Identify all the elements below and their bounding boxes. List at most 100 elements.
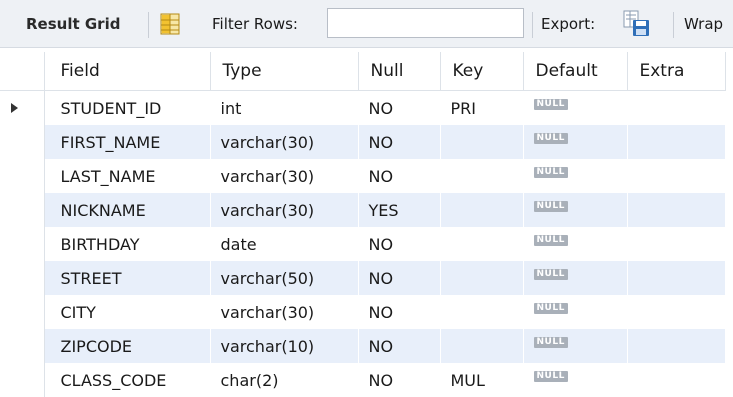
- row-selector[interactable]: [0, 329, 45, 363]
- cell-null[interactable]: NO: [358, 227, 441, 261]
- cell-extra[interactable]: [627, 125, 726, 159]
- cell-null[interactable]: NO: [358, 261, 441, 295]
- table-row[interactable]: ZIPCODE varchar(10) NO NULL: [0, 329, 726, 363]
- cell-null[interactable]: NO: [358, 363, 441, 397]
- table-row[interactable]: CLASS_CODE char(2) NO MUL NULL: [0, 363, 726, 397]
- null-value-badge: NULL: [533, 200, 568, 212]
- cell-key[interactable]: MUL: [440, 363, 524, 397]
- row-selector[interactable]: [0, 363, 45, 397]
- cell-default[interactable]: NULL: [523, 261, 628, 295]
- column-header-key[interactable]: Key: [440, 52, 524, 91]
- row-selector[interactable]: [0, 159, 45, 193]
- cell-null[interactable]: YES: [358, 193, 441, 227]
- export-label: Export:: [541, 15, 596, 33]
- cell-default[interactable]: NULL: [523, 193, 628, 227]
- row-selector[interactable]: [0, 125, 45, 159]
- cell-null[interactable]: NO: [358, 125, 441, 159]
- row-selector[interactable]: [0, 295, 45, 329]
- cell-extra[interactable]: [627, 227, 726, 261]
- cell-default[interactable]: NULL: [523, 363, 628, 397]
- toolbar-divider: [532, 12, 533, 38]
- cell-default[interactable]: NULL: [523, 227, 628, 261]
- table-row[interactable]: STUDENT_ID int NO PRI NULL: [0, 90, 726, 125]
- cell-field[interactable]: BIRTHDAY: [44, 227, 211, 261]
- cell-key[interactable]: PRI: [440, 90, 524, 125]
- table-row[interactable]: BIRTHDAY date NO NULL: [0, 227, 726, 261]
- cell-null[interactable]: NO: [358, 90, 441, 125]
- null-value-badge: NULL: [533, 302, 568, 314]
- row-gutter-header: [0, 52, 45, 91]
- cell-field[interactable]: ZIPCODE: [44, 329, 211, 363]
- table-row[interactable]: STREET varchar(50) NO NULL: [0, 261, 726, 295]
- null-value-badge: NULL: [533, 234, 568, 246]
- cell-field[interactable]: FIRST_NAME: [44, 125, 211, 159]
- column-header-null[interactable]: Null: [358, 52, 441, 91]
- null-value-badge: NULL: [533, 370, 568, 382]
- cell-default[interactable]: NULL: [523, 295, 628, 329]
- cell-extra[interactable]: [627, 193, 726, 227]
- wrap-cell-content-label[interactable]: Wrap: [684, 15, 723, 33]
- cell-field[interactable]: NICKNAME: [44, 193, 211, 227]
- column-header-row: Field Type Null Key Default Extra: [0, 52, 726, 91]
- row-selector[interactable]: [0, 261, 45, 295]
- cell-extra[interactable]: [627, 363, 726, 397]
- row-selector[interactable]: [0, 227, 45, 261]
- table-row[interactable]: FIRST_NAME varchar(30) NO NULL: [0, 125, 726, 159]
- filter-rows-input[interactable]: [327, 8, 524, 38]
- cell-key[interactable]: [440, 125, 524, 159]
- cell-field[interactable]: STUDENT_ID: [44, 90, 211, 125]
- cell-type[interactable]: varchar(30): [210, 125, 359, 159]
- cell-extra[interactable]: [627, 261, 726, 295]
- cell-type[interactable]: varchar(50): [210, 261, 359, 295]
- cell-key[interactable]: [440, 193, 524, 227]
- cell-null[interactable]: NO: [358, 329, 441, 363]
- null-value-badge: NULL: [533, 336, 568, 348]
- cell-type[interactable]: char(2): [210, 363, 359, 397]
- cell-type[interactable]: date: [210, 227, 359, 261]
- result-grid-table: Field Type Null Key Default Extra STUDEN…: [0, 52, 726, 397]
- cell-field[interactable]: CITY: [44, 295, 211, 329]
- column-header-extra[interactable]: Extra: [627, 52, 726, 91]
- result-grid-tab-label[interactable]: Result Grid: [26, 15, 120, 33]
- table-row[interactable]: NICKNAME varchar(30) YES NULL: [0, 193, 726, 227]
- cell-extra[interactable]: [627, 159, 726, 193]
- table-row[interactable]: CITY varchar(30) NO NULL: [0, 295, 726, 329]
- cell-default[interactable]: NULL: [523, 90, 628, 125]
- cell-extra[interactable]: [627, 90, 726, 125]
- result-grid-toolbar: Result Grid Filter Rows: Export: Wrap: [0, 0, 733, 48]
- cell-type[interactable]: varchar(30): [210, 193, 359, 227]
- export-save-icon[interactable]: [623, 10, 651, 38]
- row-selector[interactable]: [0, 90, 45, 125]
- table-row[interactable]: LAST_NAME varchar(30) NO NULL: [0, 159, 726, 193]
- cell-default[interactable]: NULL: [523, 125, 628, 159]
- toolbar-divider: [148, 12, 149, 38]
- grid-layout-icon[interactable]: [160, 13, 180, 35]
- cell-null[interactable]: NO: [358, 295, 441, 329]
- cell-key[interactable]: [440, 159, 524, 193]
- cell-key[interactable]: [440, 295, 524, 329]
- null-value-badge: NULL: [533, 166, 568, 178]
- cell-key[interactable]: [440, 227, 524, 261]
- filter-rows-label: Filter Rows:: [212, 15, 298, 33]
- row-selector[interactable]: [0, 193, 45, 227]
- cell-extra[interactable]: [627, 329, 726, 363]
- column-header-default[interactable]: Default: [523, 52, 628, 91]
- cell-null[interactable]: NO: [358, 159, 441, 193]
- null-value-badge: NULL: [533, 98, 568, 110]
- cell-type[interactable]: varchar(30): [210, 295, 359, 329]
- column-header-field[interactable]: Field: [44, 52, 211, 91]
- toolbar-divider: [673, 12, 674, 38]
- column-header-type[interactable]: Type: [210, 52, 359, 91]
- cell-extra[interactable]: [627, 295, 726, 329]
- cell-type[interactable]: varchar(30): [210, 159, 359, 193]
- cell-field[interactable]: CLASS_CODE: [44, 363, 211, 397]
- cell-default[interactable]: NULL: [523, 329, 628, 363]
- cell-type[interactable]: int: [210, 90, 359, 125]
- cell-key[interactable]: [440, 261, 524, 295]
- null-value-badge: NULL: [533, 268, 568, 280]
- cell-default[interactable]: NULL: [523, 159, 628, 193]
- cell-field[interactable]: STREET: [44, 261, 211, 295]
- cell-field[interactable]: LAST_NAME: [44, 159, 211, 193]
- cell-key[interactable]: [440, 329, 524, 363]
- cell-type[interactable]: varchar(10): [210, 329, 359, 363]
